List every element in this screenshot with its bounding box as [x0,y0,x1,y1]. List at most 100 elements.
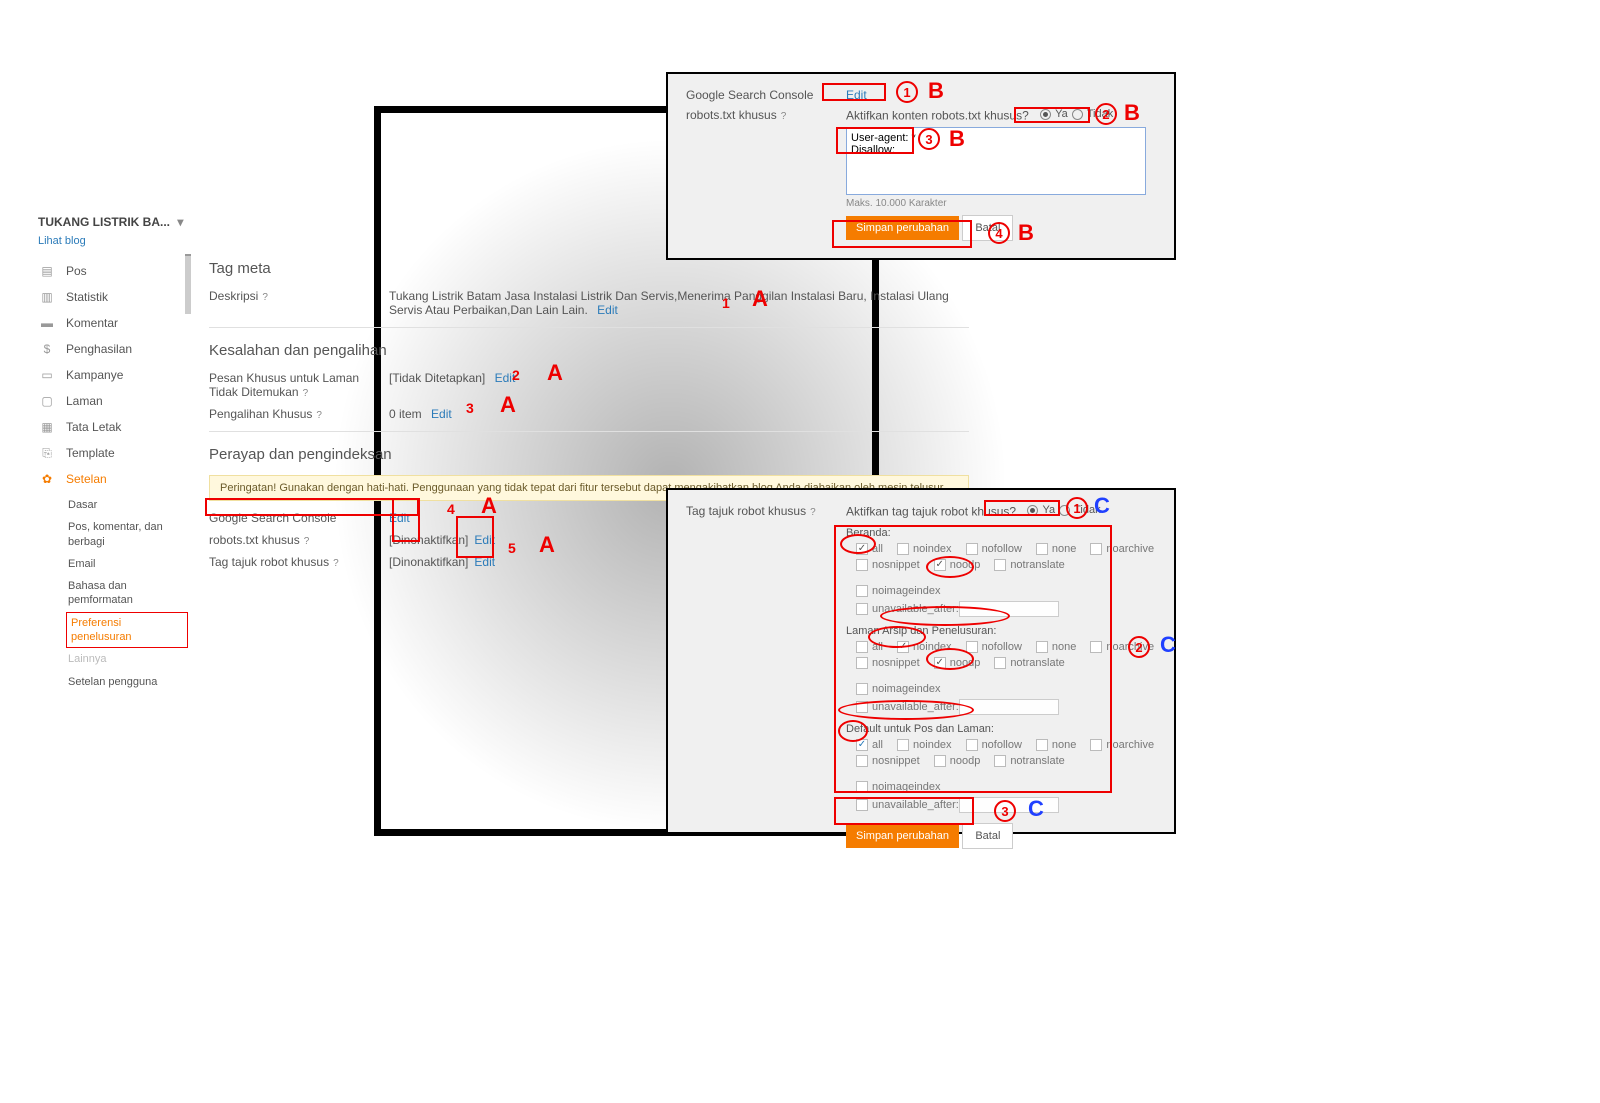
subnav-email[interactable]: Email [66,553,188,575]
nav-penghasilan[interactable]: $Penghasilan [38,336,188,362]
chk-nofollow-1[interactable] [966,543,978,555]
help-icon[interactable]: ? [316,410,322,421]
chk-noodp-3[interactable] [934,755,946,767]
chk-all-1[interactable] [856,543,868,555]
edit-header-link[interactable]: Edit [474,555,495,569]
cancel-button-c[interactable]: Batal [962,823,1013,849]
chk-notranslate-1[interactable] [994,559,1006,571]
robots-status: [Dinonaktifkan] [389,533,468,547]
template-icon: ⎘ [38,444,56,462]
chk-noimageindex-2[interactable] [856,683,868,695]
robots-textarea[interactable] [846,127,1146,195]
robots-label-b: robots.txt khusus [686,108,777,122]
chk-noarchive-3[interactable] [1090,739,1102,751]
edit-gsc-link-b[interactable]: Edit [846,88,867,102]
deskripsi-value: Tukang Listrik Batam Jasa Instalasi List… [389,289,949,317]
header-label-c: Tag tajuk robot khusus [686,504,806,518]
list-icon: ▤ [38,262,56,280]
section-errors: Kesalahan dan pengalihan [209,342,969,359]
nav-statistik[interactable]: ▥Statistik [38,284,188,310]
help-icon[interactable]: ? [781,111,787,122]
help-icon[interactable]: ? [333,558,339,569]
subnav-pos-komentar[interactable]: Pos, komentar, dan berbagi [66,516,188,553]
group-arsip: Laman Arsip dan Penelusuran: [846,625,1156,637]
redirect-value: 0 item [389,407,422,421]
header-label: Tag tajuk robot khusus [209,555,329,569]
edit-deskripsi-link[interactable]: Edit [597,303,618,317]
nav-tataletak[interactable]: ▦Tata Letak [38,414,188,440]
section-crawlers: Perayap dan pengindeksan [209,446,969,463]
save-button-b[interactable]: Simpan perubahan [846,216,959,240]
radio-tidak-b[interactable] [1072,109,1083,120]
help-icon[interactable]: ? [303,388,309,399]
chk-noimageindex-3[interactable] [856,781,868,793]
view-blog-link[interactable]: Lihat blog [38,235,190,247]
help-icon[interactable]: ? [810,507,816,518]
page-icon: ▢ [38,392,56,410]
deskripsi-label: Deskripsi [209,289,258,303]
chk-noindex-3[interactable] [897,739,909,751]
chk-unavail-3[interactable] [856,799,868,811]
chk-unavail-2[interactable] [856,701,868,713]
blog-name: TUKANG LISTRIK BA... [38,215,170,229]
chk-noindex-1[interactable] [897,543,909,555]
chk-noodp-2[interactable] [934,657,946,669]
subnav-setelan-pengguna[interactable]: Setelan pengguna [66,671,188,693]
chk-unavail-1[interactable] [856,603,868,615]
notfound-label: Pesan Khusus untuk Laman Tidak Ditemukan [209,371,359,399]
comment-icon: ▬ [38,314,56,332]
subnav-lainnya[interactable]: Lainnya [66,648,188,670]
notfound-value: [Tidak Ditetapkan] [389,371,485,385]
header-status: [Dinonaktifkan] [389,555,468,569]
chk-nosnippet-3[interactable] [856,755,868,767]
radio-ya-c[interactable] [1027,505,1038,516]
nav-komentar[interactable]: ▬Komentar [38,310,188,336]
chk-nofollow-2[interactable] [966,641,978,653]
subnav-bahasa[interactable]: Bahasa dan pemformatan [66,575,188,612]
chk-none-3[interactable] [1036,739,1048,751]
chk-noarchive-1[interactable] [1090,543,1102,555]
save-button-c[interactable]: Simpan perubahan [846,824,959,848]
radio-ya-b[interactable] [1040,109,1051,120]
chk-none-2[interactable] [1036,641,1048,653]
chk-nosnippet-2[interactable] [856,657,868,669]
chk-all-3[interactable] [856,739,868,751]
edit-robots-link[interactable]: Edit [474,533,495,547]
chk-noimageindex-1[interactable] [856,585,868,597]
nav-pos[interactable]: ▤Pos [38,258,188,284]
gsc-label: Google Search Console [209,511,336,525]
chk-noodp-1[interactable] [934,559,946,571]
panel-robot-headers: Tag tajuk robot khusus? Aktifkan tag taj… [666,488,1176,834]
subnav-dasar[interactable]: Dasar [66,494,188,516]
chk-noindex-2[interactable] [897,641,909,653]
max-note: Maks. 10.000 Karakter [846,198,1156,209]
unavail-date-1[interactable] [959,601,1059,617]
gear-icon: ✿ [38,470,56,488]
layout-icon: ▦ [38,418,56,436]
chk-all-2[interactable] [856,641,868,653]
blog-title[interactable]: TUKANG LISTRIK BA... ▾ [38,215,190,229]
chk-none-1[interactable] [1036,543,1048,555]
help-icon[interactable]: ? [304,536,310,547]
unavail-date-2[interactable] [959,699,1059,715]
nav-template[interactable]: ⎘Template [38,440,188,466]
nav-kampanye[interactable]: ▭Kampanye [38,362,188,388]
chk-notranslate-2[interactable] [994,657,1006,669]
help-icon[interactable]: ? [262,292,268,303]
group-default: Default untuk Pos dan Laman: [846,723,1156,735]
edit-redirect-link[interactable]: Edit [431,407,452,421]
chk-noarchive-2[interactable] [1090,641,1102,653]
chart-icon: ▥ [38,288,56,306]
redirect-label: Pengalihan Khusus [209,407,312,421]
chk-nosnippet-1[interactable] [856,559,868,571]
nav-laman[interactable]: ▢Laman [38,388,188,414]
edit-gsc-link[interactable]: Edit [389,511,410,525]
panel-robots: Google Search Console Edit robots.txt kh… [666,72,1176,260]
subnav-preferensi-penelusuran[interactable]: Preferensi penelusuran [66,612,188,649]
activate-robots-label: Aktifkan konten robots.txt khusus? [846,109,1029,123]
nav-setelan[interactable]: ✿Setelan [38,466,188,492]
section-tag-meta: Tag meta [209,260,969,277]
chk-notranslate-3[interactable] [994,755,1006,767]
chk-nofollow-3[interactable] [966,739,978,751]
dollar-icon: $ [38,340,56,358]
